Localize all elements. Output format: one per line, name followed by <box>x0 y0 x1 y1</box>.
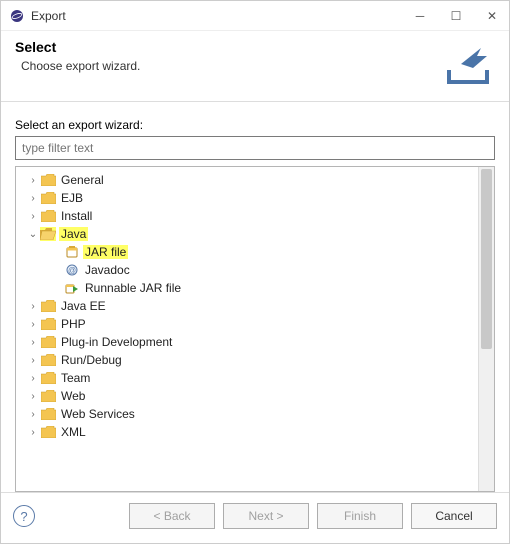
window-controls: ─ ☐ ✕ <box>411 9 501 23</box>
tree-item-label: XML <box>59 425 88 439</box>
maximize-button[interactable]: ☐ <box>447 9 465 23</box>
folder-icon <box>40 191 56 205</box>
chevron-right-icon[interactable]: › <box>26 319 40 330</box>
tree-item-label: Runnable JAR file <box>83 281 183 295</box>
chevron-right-icon[interactable]: › <box>26 175 40 186</box>
tree-item[interactable]: ⌄ Java <box>16 225 478 243</box>
chevron-right-icon[interactable]: › <box>26 373 40 384</box>
window-title: Export <box>31 9 411 23</box>
close-button[interactable]: ✕ <box>483 9 501 23</box>
folder-icon <box>40 335 56 349</box>
chevron-right-icon[interactable]: › <box>26 355 40 366</box>
tree-item[interactable]: › Web <box>16 387 478 405</box>
tree-item[interactable]: › PHP <box>16 315 478 333</box>
folder-icon <box>40 209 56 223</box>
tree-item-label: Install <box>59 209 94 223</box>
folder-icon <box>40 353 56 367</box>
help-button[interactable]: ? <box>13 505 35 527</box>
tree-item-label: Java EE <box>59 299 108 313</box>
page-subtitle: Choose export wizard. <box>21 59 441 73</box>
tree-item-label: Plug-in Development <box>59 335 174 349</box>
back-button[interactable]: < Back <box>129 503 215 529</box>
chevron-right-icon[interactable]: › <box>26 193 40 204</box>
cancel-button[interactable]: Cancel <box>411 503 497 529</box>
tree-item-label: EJB <box>59 191 85 205</box>
chevron-right-icon[interactable]: › <box>26 337 40 348</box>
wizard-tree[interactable]: › General › EJB › Install ⌄ Java · JAR file · @ Java… <box>16 167 478 491</box>
chevron-right-icon[interactable]: › <box>26 427 40 438</box>
expander-placeholder: · <box>50 265 64 276</box>
chevron-right-icon[interactable]: › <box>26 211 40 222</box>
tree-item[interactable]: › Run/Debug <box>16 351 478 369</box>
tree-item-label: Javadoc <box>83 263 132 277</box>
wizard-footer: ? < Back Next > Finish Cancel <box>1 492 509 543</box>
tree-scrollbar[interactable] <box>478 167 494 491</box>
folder-icon <box>40 317 56 331</box>
chevron-right-icon[interactable]: › <box>26 391 40 402</box>
tree-item-label: Java <box>59 227 88 241</box>
tree-item[interactable]: · Runnable JAR file <box>16 279 478 297</box>
filter-prompt: Select an export wizard: <box>15 118 495 132</box>
minimize-button[interactable]: ─ <box>411 9 429 23</box>
tree-item[interactable]: · JAR file <box>16 243 478 261</box>
tree-item[interactable]: › Plug-in Development <box>16 333 478 351</box>
tree-item[interactable]: › Java EE <box>16 297 478 315</box>
next-button[interactable]: Next > <box>223 503 309 529</box>
tree-item-label: JAR file <box>83 245 128 259</box>
scroll-thumb[interactable] <box>481 169 492 349</box>
tree-item[interactable]: › Install <box>16 207 478 225</box>
tree-item[interactable]: › Web Services <box>16 405 478 423</box>
folder-icon <box>40 371 56 385</box>
folder-icon <box>40 389 56 403</box>
tree-item-label: General <box>59 173 106 187</box>
folder-icon <box>40 173 56 187</box>
tree-item-label: Web <box>59 389 87 403</box>
page-title: Select <box>15 39 441 55</box>
folder-open-icon <box>40 227 56 241</box>
title-bar: Export ─ ☐ ✕ <box>1 1 509 31</box>
tree-item[interactable]: › EJB <box>16 189 478 207</box>
finish-button[interactable]: Finish <box>317 503 403 529</box>
export-icon <box>441 37 495 91</box>
wizard-body: Select an export wizard: › General › EJB › In… <box>1 102 509 492</box>
tree-container: › General › EJB › Install ⌄ Java · JAR file · @ Java… <box>15 166 495 492</box>
folder-icon <box>40 299 56 313</box>
tree-item[interactable]: · @ Javadoc <box>16 261 478 279</box>
folder-icon <box>40 425 56 439</box>
eclipse-icon <box>9 8 25 24</box>
svg-text:@: @ <box>68 266 76 275</box>
tree-item[interactable]: › XML <box>16 423 478 441</box>
folder-icon <box>40 407 56 421</box>
filter-input[interactable] <box>15 136 495 160</box>
chevron-right-icon[interactable]: › <box>26 409 40 420</box>
tree-item-label: Run/Debug <box>59 353 124 367</box>
chevron-right-icon[interactable]: › <box>26 301 40 312</box>
jar-file-icon <box>64 245 80 259</box>
runnable-jar-icon <box>64 281 80 295</box>
wizard-header: Select Choose export wizard. <box>1 31 509 102</box>
expander-placeholder: · <box>50 247 64 258</box>
chevron-down-icon[interactable]: ⌄ <box>26 229 40 240</box>
tree-item[interactable]: › General <box>16 171 478 189</box>
tree-item-label: Web Services <box>59 407 137 421</box>
tree-item-label: Team <box>59 371 92 385</box>
expander-placeholder: · <box>50 283 64 294</box>
tree-item[interactable]: › Team <box>16 369 478 387</box>
tree-item-label: PHP <box>59 317 88 331</box>
javadoc-icon: @ <box>64 263 80 277</box>
